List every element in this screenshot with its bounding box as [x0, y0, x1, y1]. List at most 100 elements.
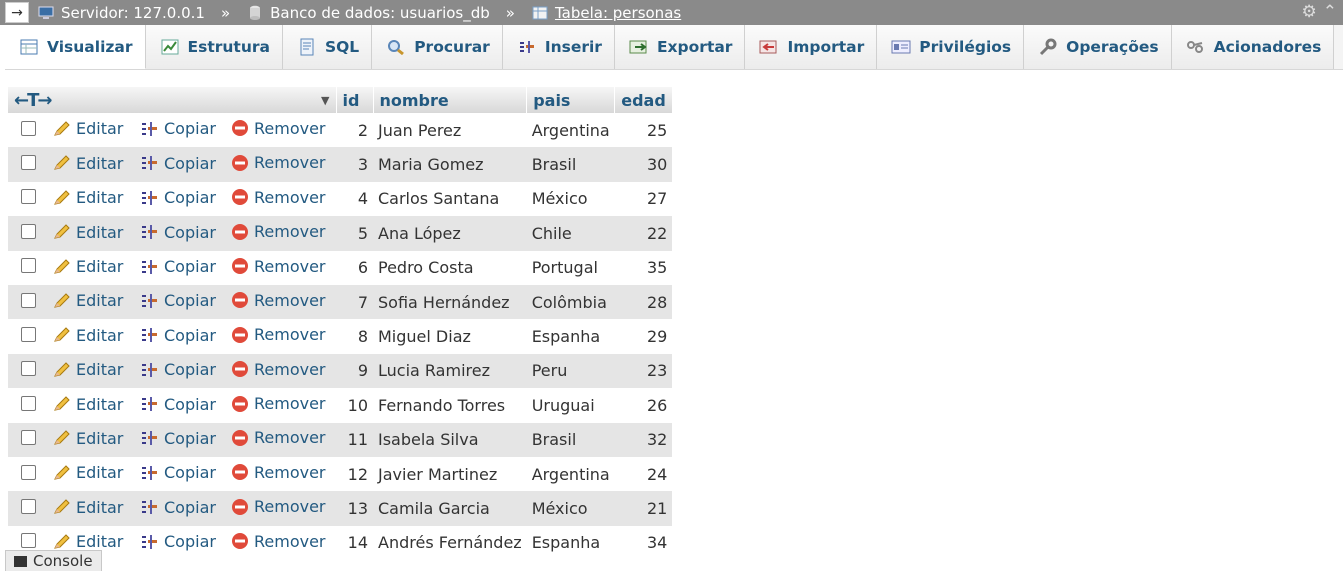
edit-link[interactable]: Editar	[53, 532, 123, 551]
delete-link[interactable]: Remover	[231, 257, 326, 276]
edit-link[interactable]: Editar	[53, 498, 123, 517]
copy-link[interactable]: Copiar	[141, 498, 216, 517]
cell-pais: México	[526, 491, 615, 526]
copy-link[interactable]: Copiar	[141, 463, 216, 482]
resize-columns-icon[interactable]: ←T→	[14, 90, 52, 111]
copy-link[interactable]: Copiar	[141, 326, 216, 345]
delete-link[interactable]: Remover	[231, 360, 326, 379]
tab-visualizar[interactable]: Visualizar	[5, 25, 146, 69]
edit-link[interactable]: Editar	[53, 223, 123, 242]
edit-link[interactable]: Editar	[53, 429, 123, 448]
row-checkbox[interactable]	[20, 327, 36, 343]
copy-link[interactable]: Copiar	[141, 395, 216, 414]
pencil-icon	[54, 155, 70, 171]
row-checkbox[interactable]	[20, 464, 36, 480]
copy-link[interactable]: Copiar	[141, 291, 216, 310]
delete-link[interactable]: Remover	[231, 497, 326, 516]
delete-link[interactable]: Remover	[231, 153, 326, 172]
edit-cell: Editar	[48, 250, 136, 285]
delete-link[interactable]: Remover	[231, 325, 326, 344]
copy-link[interactable]: Copiar	[141, 223, 216, 242]
copy-link[interactable]: Copiar	[141, 429, 216, 448]
row-checkbox[interactable]	[20, 533, 36, 549]
tab-operacoes[interactable]: Operações	[1024, 25, 1172, 69]
edit-link[interactable]: Editar	[53, 188, 123, 207]
delete-cell: Remover	[226, 319, 336, 354]
edit-label: Editar	[76, 153, 124, 173]
cell-edad: 24	[614, 456, 673, 492]
tab-estrutura[interactable]: Estrutura	[145, 25, 283, 69]
delete-link[interactable]: Remover	[231, 394, 326, 413]
edit-link[interactable]: Editar	[53, 395, 123, 414]
breadcrumb-server[interactable]: Servidor: 127.0.0.1	[61, 4, 205, 22]
row-select-cell	[8, 284, 48, 320]
tab-label: Procurar	[414, 38, 490, 56]
copy-label: Copiar	[164, 119, 216, 139]
remove-icon	[232, 361, 248, 378]
tab-importar[interactable]: Importar	[745, 25, 878, 69]
delete-link[interactable]: Remover	[231, 222, 326, 241]
copy-icon	[142, 431, 157, 446]
collapse-up-icon[interactable]: ⌃	[1323, 2, 1337, 22]
delete-link[interactable]: Remover	[231, 291, 326, 310]
copy-link[interactable]: Copiar	[141, 188, 216, 207]
collapse-nav-button[interactable]: →	[5, 2, 29, 23]
copy-icon	[142, 259, 157, 274]
remove-icon	[232, 154, 248, 171]
copy-cell: Copiar	[136, 388, 226, 423]
delete-link[interactable]: Remover	[231, 428, 326, 447]
tab-privilegios[interactable]: Privilégios	[877, 25, 1025, 69]
delete-cell: Remover	[226, 353, 336, 389]
edit-link[interactable]: Editar	[53, 154, 123, 173]
console-toggle[interactable]: Console	[5, 550, 102, 571]
tab-inserir[interactable]: Inserir	[502, 25, 615, 69]
row-checkbox[interactable]	[20, 430, 36, 446]
cell-pais: Peru	[526, 353, 615, 389]
copy-link[interactable]: Copiar	[141, 257, 216, 276]
copy-cell: Copiar	[136, 525, 226, 561]
copy-link[interactable]: Copiar	[141, 360, 216, 379]
cell-pais: Chile	[526, 216, 615, 251]
pencil-icon	[54, 499, 70, 514]
column-header-edad[interactable]: edad	[614, 87, 673, 113]
tab-acionadores[interactable]: Acionadores	[1171, 25, 1335, 69]
edit-link[interactable]: Editar	[53, 291, 123, 310]
row-checkbox[interactable]	[20, 155, 36, 171]
edit-link[interactable]: Editar	[53, 463, 123, 482]
column-header-pais[interactable]: pais	[526, 87, 616, 113]
column-header-nombre[interactable]: nombre	[373, 87, 528, 113]
edit-link[interactable]: Editar	[53, 360, 123, 379]
settings-gear-icon[interactable]: ⚙	[1302, 2, 1317, 22]
edit-cell: Editar	[48, 113, 136, 148]
edit-link[interactable]: Editar	[53, 257, 123, 276]
row-checkbox[interactable]	[20, 189, 36, 205]
delete-link[interactable]: Remover	[231, 119, 326, 138]
copy-link[interactable]: Copiar	[141, 119, 216, 138]
row-checkbox[interactable]	[20, 395, 36, 411]
edit-link[interactable]: Editar	[53, 326, 123, 345]
edit-link[interactable]: Editar	[53, 119, 123, 138]
row-checkbox[interactable]	[20, 292, 36, 308]
delete-link[interactable]: Remover	[231, 463, 326, 482]
row-checkbox[interactable]	[20, 120, 36, 136]
copy-link[interactable]: Copiar	[141, 154, 216, 173]
breadcrumb-database[interactable]: Banco de dados: usuarios_db	[270, 4, 490, 22]
copy-link[interactable]: Copiar	[141, 532, 216, 551]
delete-label: Remover	[254, 222, 326, 242]
delete-link[interactable]: Remover	[231, 532, 326, 551]
tab-exportar[interactable]: Exportar	[614, 25, 746, 69]
options-dropdown-icon[interactable]: ▼	[321, 94, 329, 107]
tab-bar: Visualizar Estrutura SQL Procurar Inseri…	[5, 25, 1343, 70]
breadcrumb-table[interactable]: Tabela: personas	[555, 4, 681, 22]
row-checkbox[interactable]	[20, 258, 36, 274]
tab-procurar[interactable]: Procurar	[372, 25, 503, 69]
tab-label: Estrutura	[187, 38, 270, 56]
row-checkbox[interactable]	[20, 498, 36, 514]
row-checkbox[interactable]	[20, 223, 36, 239]
column-header-id[interactable]: id	[336, 87, 374, 113]
delete-link[interactable]: Remover	[231, 188, 326, 207]
edit-cell: Editar	[48, 181, 136, 217]
tab-sql[interactable]: SQL	[282, 25, 373, 69]
copy-icon	[142, 397, 157, 412]
row-checkbox[interactable]	[20, 361, 36, 377]
